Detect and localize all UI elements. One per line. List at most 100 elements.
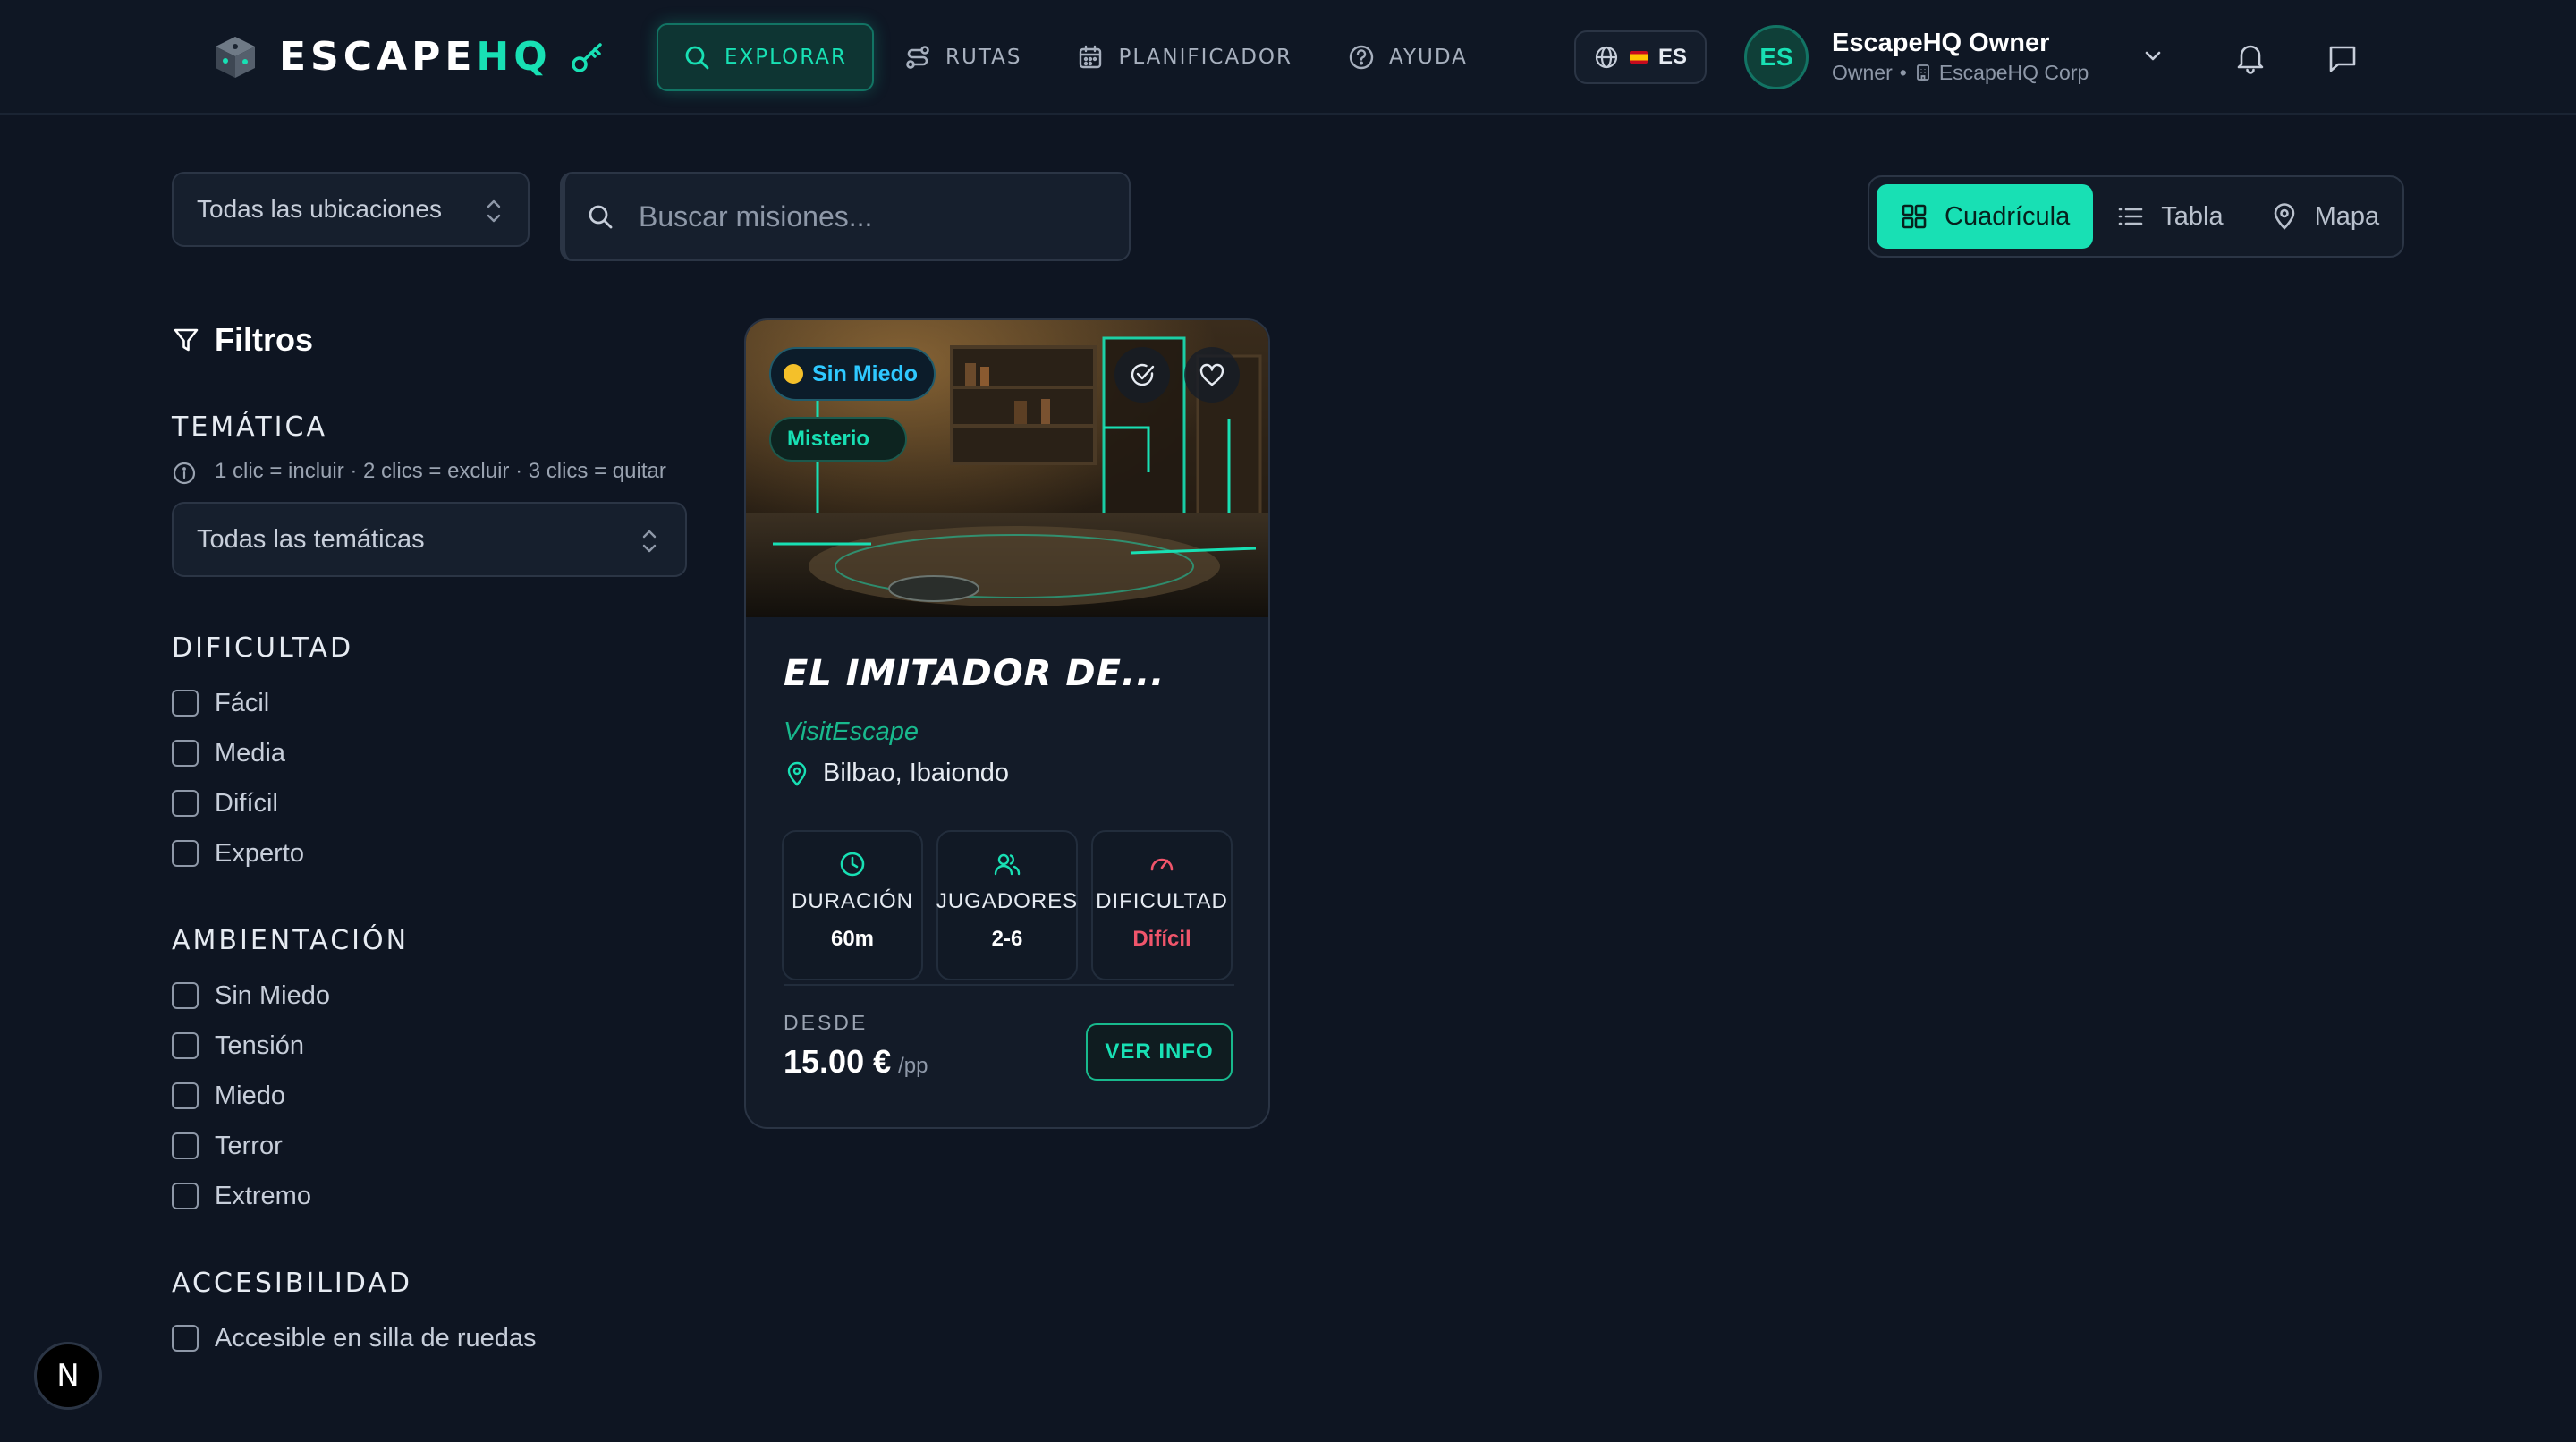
chevron-up-down-icon: [642, 530, 657, 553]
ambience-section: AMBIENTACIÓN Sin Miedo Tensión Miedo Ter…: [172, 925, 691, 1221]
ambience-option-sin-miedo[interactable]: Sin Miedo: [172, 971, 691, 1021]
checkbox-label: Miedo: [215, 1081, 285, 1110]
checkbox[interactable]: [172, 1325, 199, 1352]
mission-card[interactable]: Sin Miedo Misterio EL IMITADOR DE... Vis…: [744, 318, 1270, 1129]
difficulty-option-media[interactable]: Media: [172, 728, 691, 778]
location-select[interactable]: Todas las ubicaciones: [172, 172, 530, 247]
favorite-button[interactable]: [1184, 347, 1240, 403]
nav-label: EXPLORAR: [724, 46, 848, 69]
nav-label: AYUDA: [1389, 46, 1468, 69]
ambience-option-extremo[interactable]: Extremo: [172, 1171, 691, 1221]
separator-dot: •: [1899, 61, 1907, 84]
accessibility-option-wheelchair[interactable]: Accesible en silla de ruedas: [172, 1313, 691, 1363]
mission-location-text: Bilbao, Ibaiondo: [823, 759, 1009, 787]
mission-company[interactable]: VisitEscape: [784, 717, 919, 747]
user-menu[interactable]: EscapeHQ Owner Owner • EscapeHQ Corp: [1832, 27, 2136, 86]
difficulty-option-experto[interactable]: Experto: [172, 828, 691, 878]
nav-label: PLANIFICADOR: [1118, 46, 1292, 69]
mood-badge-label: Sin Miedo: [812, 360, 919, 386]
difficulty-option-dificil[interactable]: Difícil: [172, 778, 691, 828]
view-grid-button[interactable]: Cuadrícula: [1877, 184, 2094, 249]
user-role-line: Owner • EscapeHQ Corp: [1832, 59, 2136, 86]
stat-label: DIFICULTAD: [1096, 889, 1228, 913]
checkbox-label: Media: [215, 738, 285, 768]
theme-hint: 1 clic = incluir · 2 clics = excluir · 3…: [172, 457, 673, 486]
price-value: 15.00 €: [784, 1043, 892, 1080]
dev-tools-badge[interactable]: N: [34, 1342, 102, 1410]
checkbox[interactable]: [172, 1183, 199, 1209]
map-pin-icon: [787, 761, 807, 786]
language-code: ES: [1657, 45, 1687, 69]
checkbox-label: Terror: [215, 1131, 283, 1160]
stat-label: JUGADORES: [936, 889, 1079, 913]
clock-icon: [840, 852, 865, 877]
checkbox[interactable]: [172, 690, 199, 717]
checkbox[interactable]: [172, 982, 199, 1009]
price-from-label: DESDE: [784, 1011, 869, 1034]
checkbox[interactable]: [172, 1032, 199, 1059]
theme-badge: Misterio: [769, 417, 908, 462]
ambience-option-terror[interactable]: Terror: [172, 1121, 691, 1171]
difficulty-option-facil[interactable]: Fácil: [172, 678, 691, 728]
ambience-option-miedo[interactable]: Miedo: [172, 1071, 691, 1121]
filters-title: Filtros: [215, 321, 314, 358]
user-company: EscapeHQ Corp: [1938, 61, 2089, 84]
cube-logo-icon: [216, 37, 255, 78]
map-pin-icon: [2274, 203, 2294, 230]
top-navbar: ESCAPEHQ EXPLORAR RUTAS PLANIFICADOR AYU…: [0, 0, 2576, 115]
message-icon[interactable]: [2326, 41, 2360, 75]
checkbox-label: Fácil: [215, 688, 270, 717]
stat-duration: DURACIÓN 60m: [782, 830, 923, 980]
view-label: Cuadrícula: [1945, 201, 2071, 231]
checkbox-label: Extremo: [215, 1181, 311, 1210]
view-table-button[interactable]: Tabla: [2093, 184, 2246, 249]
nav-planificador[interactable]: PLANIFICADOR: [1052, 23, 1318, 91]
stat-players: JUGADORES 2-6: [936, 830, 1078, 980]
accessibility-section-title: ACCESIBILIDAD: [172, 1268, 412, 1299]
view-info-button[interactable]: VER INFO: [1086, 1023, 1233, 1081]
filters-sidebar: Filtros TEMÁTICA 1 clic = incluir · 2 cl…: [172, 318, 691, 1363]
checkbox-label: Tensión: [215, 1031, 304, 1060]
card-divider: [784, 984, 1234, 986]
chevron-down-icon[interactable]: [2140, 43, 2166, 70]
brand-name: ESCAPEHQ: [279, 34, 552, 80]
app-root: ESCAPEHQ EXPLORAR RUTAS PLANIFICADOR AYU…: [0, 0, 2576, 1442]
filters-heading: Filtros: [172, 318, 691, 361]
checkbox-label: Accesible en silla de ruedas: [215, 1323, 537, 1353]
search-box: [560, 172, 1131, 261]
check-circle-icon: [1131, 363, 1155, 386]
gauge-icon: [1150, 858, 1174, 871]
mission-title[interactable]: EL IMITADOR DE...: [784, 653, 1249, 694]
checkbox[interactable]: [172, 740, 199, 767]
theme-select[interactable]: Todas las temáticas: [172, 502, 687, 577]
nav-ayuda[interactable]: AYUDA: [1323, 23, 1493, 91]
brand-logo[interactable]: ESCAPEHQ: [211, 29, 606, 86]
nav-rutas[interactable]: RUTAS: [879, 23, 1046, 91]
view-map-button[interactable]: Mapa: [2247, 184, 2403, 249]
avatar[interactable]: ES: [1744, 25, 1809, 89]
language-selector[interactable]: ES: [1574, 30, 1707, 84]
price-unit: /pp: [898, 1054, 928, 1078]
search-icon: [685, 46, 709, 70]
nav-explorar[interactable]: EXPLORAR: [657, 23, 875, 91]
checkbox[interactable]: [172, 1082, 199, 1109]
stat-value: 2-6: [991, 927, 1023, 951]
building-icon: [1916, 64, 1929, 81]
stat-value: 60m: [830, 927, 875, 951]
globe-icon: [1595, 46, 1618, 69]
funnel-icon: [174, 328, 199, 352]
checkbox[interactable]: [172, 1132, 199, 1159]
key-icon: [571, 43, 602, 72]
ambience-option-tension[interactable]: Tensión: [172, 1021, 691, 1071]
search-icon: [589, 205, 613, 229]
list-icon: [2118, 208, 2143, 225]
ambience-section-title: AMBIENTACIÓN: [172, 925, 410, 956]
mark-played-button[interactable]: [1114, 347, 1170, 403]
search-input[interactable]: [639, 199, 1129, 233]
grid-icon: [1902, 204, 1927, 229]
calm-face-icon: [784, 364, 803, 384]
user-role: Owner: [1832, 61, 1893, 84]
bell-icon[interactable]: [2233, 39, 2268, 75]
checkbox[interactable]: [172, 790, 199, 817]
checkbox[interactable]: [172, 840, 199, 867]
